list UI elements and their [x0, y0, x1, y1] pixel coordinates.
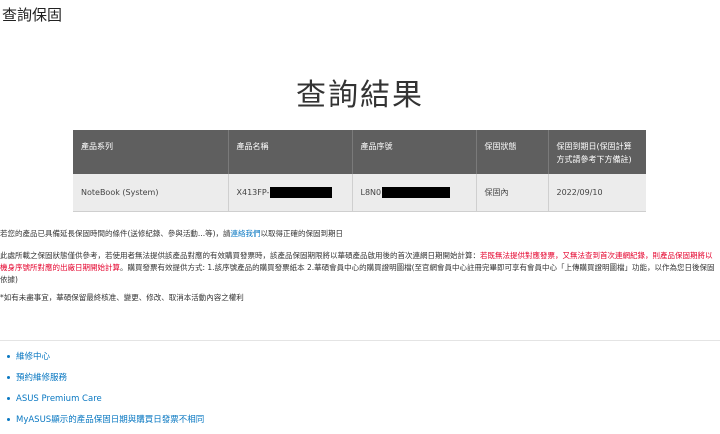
- header-product-series: 產品系列: [73, 130, 229, 174]
- header-serial-number: 產品序號: [352, 130, 477, 174]
- cell-product-name: X413FP-: [228, 174, 353, 212]
- warranty-table: 產品系列 產品名稱 產品序號 保固狀態 保固到期日(保固計算方式請參考下方備註)…: [73, 130, 646, 212]
- support-links-list: 維修中心 預約維修服務 ASUS Premium Care MyASUS顯示的產…: [0, 350, 204, 434]
- cell-warranty-expiry: 2022/09/10: [548, 174, 646, 212]
- note-text: 若您的產品已具備延長保固時間的條件(送修紀錄、參與活動...等)，請: [0, 229, 231, 238]
- divider: [0, 340, 720, 341]
- header-warranty-status: 保固狀態: [476, 130, 549, 174]
- cell-product-series: NoteBook (System): [73, 174, 229, 212]
- note-disclaimer: *如有未盡事宜，華碩保留最終核准、變更、修改、取消本活動內容之權利: [0, 293, 244, 302]
- header-warranty-expiry: 保固到期日(保固計算方式請參考下方備註): [548, 130, 646, 174]
- header-product-name: 產品名稱: [228, 130, 353, 174]
- note-warranty-calculation: 此處所載之保固狀態僅供參考，若使用者無法提供該產品對應的有效購買發票時，該產品保…: [0, 250, 718, 286]
- contact-us-link[interactable]: 連絡我們: [231, 229, 261, 238]
- redaction-mask: [270, 187, 333, 198]
- note-text: 以取得正確的保固到期日: [260, 229, 344, 238]
- link-myasus-warranty-date[interactable]: MyASUS顯示的產品保固日期與購買日發票不相同: [16, 415, 204, 425]
- product-name-prefix: X413FP-: [236, 188, 270, 197]
- link-repair-center[interactable]: 維修中心: [16, 352, 50, 362]
- link-repair-appointment[interactable]: 預約維修服務: [16, 373, 67, 383]
- redaction-mask: [382, 187, 451, 198]
- note-text: 此處所載之保固狀態僅供參考，若使用者無法提供該產品對應的有效購買發票時，該產品保…: [0, 251, 480, 260]
- serial-number-prefix: L8N0: [360, 188, 382, 197]
- note-extended-warranty: 若您的產品已具備延長保固時間的條件(送修紀錄、參與活動...等)，請連絡我們以取…: [0, 228, 718, 240]
- list-item[interactable]: MyASUS顯示的產品保固日期與購買日發票不相同: [0, 413, 204, 434]
- bullet-icon: [7, 397, 10, 400]
- list-item[interactable]: 維修中心: [0, 350, 204, 371]
- table-row: NoteBook (System) X413FP- L8N0 保固內 2022/…: [73, 174, 646, 212]
- bullet-icon: [7, 418, 10, 421]
- list-item[interactable]: 預約維修服務: [0, 371, 204, 392]
- cell-serial-number: L8N0: [352, 174, 477, 212]
- bullet-icon: [7, 355, 10, 358]
- result-title: 查詢結果: [296, 78, 424, 113]
- bullet-icon: [7, 376, 10, 379]
- table-header-row: 產品系列 產品名稱 產品序號 保固狀態 保固到期日(保固計算方式請參考下方備註): [73, 130, 646, 174]
- page-title: 查詢保固: [2, 6, 63, 24]
- cell-warranty-status: 保固內: [476, 174, 549, 212]
- link-premium-care[interactable]: ASUS Premium Care: [16, 394, 102, 404]
- list-item[interactable]: ASUS Premium Care: [0, 392, 204, 413]
